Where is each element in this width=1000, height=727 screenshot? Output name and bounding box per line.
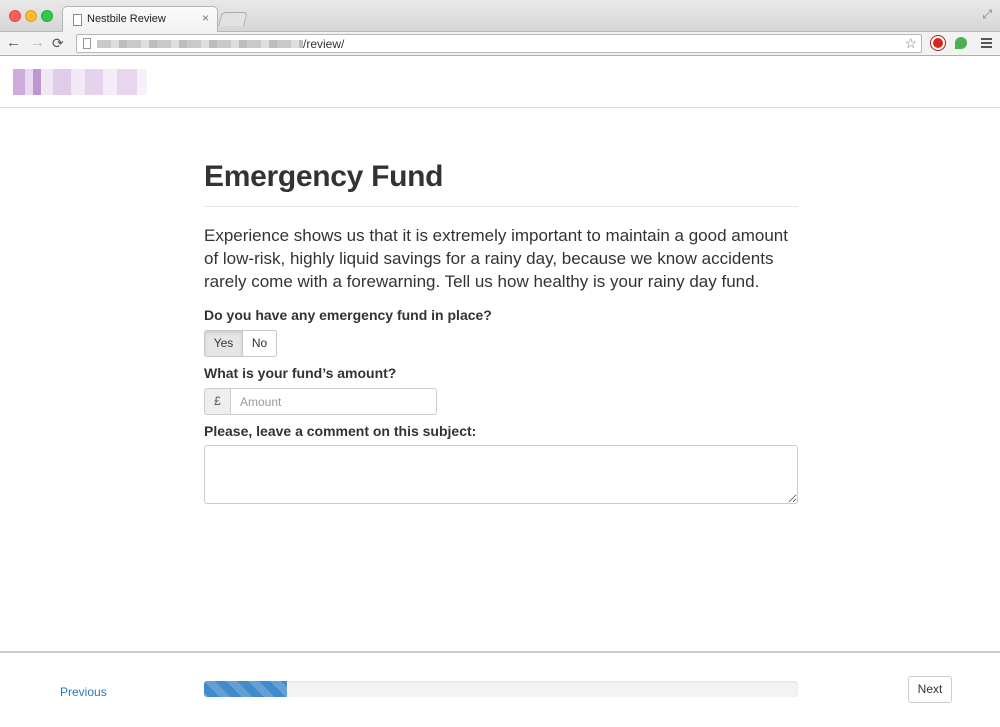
progress-bar bbox=[204, 681, 288, 697]
question-comment: Please, leave a comment on this subject: bbox=[204, 423, 477, 439]
browser-tab-bar: Nestbile Review × ⤢ bbox=[0, 0, 1000, 33]
browser-toolbar: ← → ⟳ /review/ ☆ bbox=[0, 32, 1000, 56]
stop-sign-icon[interactable] bbox=[931, 36, 945, 50]
bookmark-star-icon[interactable]: ☆ bbox=[904, 35, 917, 52]
previous-link[interactable]: Previous bbox=[60, 685, 107, 699]
close-window-icon[interactable] bbox=[9, 10, 21, 22]
yes-no-toggle: Yes No bbox=[204, 330, 277, 357]
next-button[interactable]: Next bbox=[908, 676, 952, 703]
currency-addon: £ bbox=[204, 388, 231, 415]
amount-input[interactable] bbox=[231, 388, 437, 415]
site-logo[interactable] bbox=[13, 69, 147, 95]
question-fund-in-place: Do you have any emergency fund in place? bbox=[204, 307, 492, 323]
comment-textarea[interactable] bbox=[204, 445, 798, 504]
page-title: Emergency Fund bbox=[204, 160, 444, 193]
new-tab-button[interactable] bbox=[218, 12, 248, 26]
minimize-window-icon[interactable] bbox=[25, 10, 37, 22]
progress-track bbox=[204, 681, 798, 697]
tab-title: Nestbile Review bbox=[87, 13, 166, 25]
title-divider bbox=[204, 206, 798, 207]
browser-tab[interactable]: Nestbile Review × bbox=[62, 6, 218, 33]
reload-icon[interactable]: ⟳ bbox=[52, 34, 64, 52]
no-button[interactable]: No bbox=[243, 330, 277, 357]
back-arrow-icon[interactable]: ← bbox=[6, 34, 21, 52]
green-leaf-icon[interactable] bbox=[955, 37, 967, 49]
fullscreen-icon[interactable]: ⤢ bbox=[982, 7, 992, 22]
address-bar[interactable]: /review/ ☆ bbox=[76, 34, 922, 53]
url-path: /review/ bbox=[303, 37, 345, 51]
yes-button[interactable]: Yes bbox=[204, 330, 243, 357]
question-fund-amount: What is your fund’s amount? bbox=[204, 365, 397, 381]
maximize-window-icon[interactable] bbox=[41, 10, 53, 22]
document-icon bbox=[83, 38, 91, 49]
footer-nav: Previous Next bbox=[0, 651, 1000, 727]
site-header bbox=[0, 57, 1000, 108]
hamburger-menu-icon[interactable] bbox=[981, 38, 992, 50]
url-host-redacted bbox=[97, 40, 303, 48]
amount-input-group: £ bbox=[204, 388, 437, 415]
intro-paragraph: Experience shows us that it is extremely… bbox=[204, 226, 788, 291]
forward-arrow-icon[interactable]: → bbox=[30, 34, 45, 52]
tab-close-icon[interactable]: × bbox=[202, 11, 209, 25]
document-icon bbox=[73, 14, 82, 26]
